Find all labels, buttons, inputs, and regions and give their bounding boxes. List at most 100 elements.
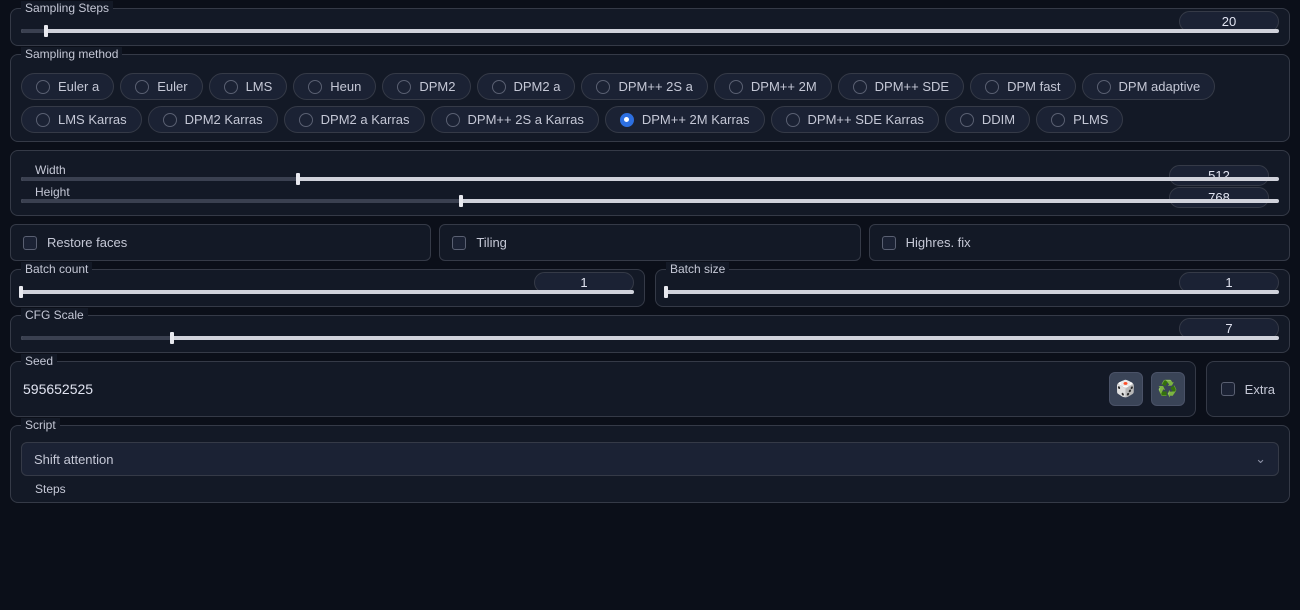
highres-fix-label: Highres. fix	[906, 235, 971, 250]
sampling-method-option-label: DPM++ SDE Karras	[808, 112, 924, 127]
extra-label: Extra	[1245, 382, 1275, 397]
sampling-method-option[interactable]: DPM++ SDE Karras	[771, 106, 939, 133]
slider-fill	[21, 199, 461, 203]
batch-count-label: Batch count	[21, 262, 92, 276]
sampling-method-option-label: LMS	[246, 79, 273, 94]
sampling-method-option[interactable]: DPM++ 2M	[714, 73, 832, 100]
batch-size-slider[interactable]	[666, 290, 1279, 294]
slider-thumb[interactable]	[459, 195, 463, 207]
slider-fill	[21, 29, 46, 33]
sampling-method-option[interactable]: DPM fast	[970, 73, 1075, 100]
tiling-label: Tiling	[476, 235, 507, 250]
sampling-method-option[interactable]: DPM++ 2M Karras	[605, 106, 765, 133]
checkbox-icon	[23, 236, 37, 250]
script-dropdown[interactable]: Shift attention ⌄	[21, 442, 1279, 476]
sampling-steps-slider[interactable]	[21, 29, 1279, 33]
radio-dot-icon	[224, 80, 238, 94]
restore-faces-label: Restore faces	[47, 235, 127, 250]
width-label: Width	[31, 163, 70, 177]
sampling-method-option-label: DPM++ 2M	[751, 79, 817, 94]
radio-dot-icon	[596, 80, 610, 94]
sampling-method-option[interactable]: LMS Karras	[21, 106, 142, 133]
cfg-scale-panel: CFG Scale 7	[10, 315, 1290, 353]
sampling-method-option[interactable]: DPM++ 2S a Karras	[431, 106, 599, 133]
sampling-method-option[interactable]: DPM2 Karras	[148, 106, 278, 133]
slider-thumb[interactable]	[19, 286, 23, 298]
cfg-scale-label: CFG Scale	[21, 308, 88, 322]
sampling-method-option[interactable]: LMS	[209, 73, 288, 100]
sampling-method-option[interactable]: Heun	[293, 73, 376, 100]
sampling-method-option-label: DPM++ 2S a	[618, 79, 692, 94]
extra-checkbox[interactable]: Extra	[1206, 361, 1290, 417]
radio-dot-icon	[163, 113, 177, 127]
radio-dot-icon	[786, 113, 800, 127]
slider-fill	[21, 177, 298, 181]
seed-random-button[interactable]: 🎲	[1109, 372, 1143, 406]
highres-fix-checkbox[interactable]: Highres. fix	[869, 224, 1290, 261]
radio-dot-icon	[853, 80, 867, 94]
sampling-method-radios: Euler a Euler LMS Heun DPM2 DPM2 a DPM++ 2S a D…	[21, 73, 1279, 133]
restore-faces-checkbox[interactable]: Restore faces	[10, 224, 431, 261]
sampling-method-option-label: Euler a	[58, 79, 99, 94]
recycle-icon: ♻️	[1158, 379, 1178, 399]
batch-row: Batch count 1 Batch size 1	[10, 269, 1290, 307]
tiling-checkbox[interactable]: Tiling	[439, 224, 860, 261]
seed-label: Seed	[21, 354, 57, 368]
slider-thumb[interactable]	[664, 286, 668, 298]
checkbox-icon	[452, 236, 466, 250]
steps-label: Steps	[31, 482, 70, 496]
width-slider[interactable]	[21, 177, 1279, 181]
seed-reuse-button[interactable]: ♻️	[1151, 372, 1185, 406]
radio-dot-icon	[397, 80, 411, 94]
sampling-method-panel: Sampling method Euler aEulerLMSHeunDPM2D…	[10, 54, 1290, 142]
sampling-method-option[interactable]: DPM2	[382, 73, 470, 100]
radio-dot-icon	[308, 80, 322, 94]
sampling-method-option[interactable]: DPM++ 2S a	[581, 73, 707, 100]
sampling-method-option[interactable]: PLMS	[1036, 106, 1123, 133]
sampling-steps-label: Sampling Steps	[21, 1, 113, 15]
sampling-method-option[interactable]: Euler	[120, 73, 202, 100]
height-label: Height	[31, 185, 74, 199]
dimensions-panel: Width 512 Height 768	[10, 150, 1290, 216]
sampling-method-option-label: DPM fast	[1007, 79, 1060, 94]
sampling-method-option[interactable]: Euler a	[21, 73, 114, 100]
radio-dot-icon	[299, 113, 313, 127]
slider-thumb[interactable]	[296, 173, 300, 185]
script-selected: Shift attention	[34, 452, 114, 467]
height-value[interactable]: 768	[1169, 187, 1269, 208]
sampling-method-option-label: Heun	[330, 79, 361, 94]
radio-dot-icon	[1051, 113, 1065, 127]
sampling-steps-panel: Sampling Steps 20	[10, 8, 1290, 46]
sampling-method-option-label: DPM2 Karras	[185, 112, 263, 127]
dice-icon: 🎲	[1116, 379, 1136, 399]
sampling-method-option-label: DDIM	[982, 112, 1015, 127]
sampling-method-option[interactable]: DPM2 a	[477, 73, 576, 100]
sampling-method-option-label: DPM adaptive	[1119, 79, 1201, 94]
radio-dot-icon	[36, 113, 50, 127]
batch-size-label: Batch size	[666, 262, 729, 276]
sampling-method-option-label: DPM2	[419, 79, 455, 94]
sampling-method-option[interactable]: DPM adaptive	[1082, 73, 1216, 100]
seed-input[interactable]	[21, 377, 1101, 401]
batch-count-slider[interactable]	[21, 290, 634, 294]
radio-dot-icon	[960, 113, 974, 127]
checkbox-icon	[1221, 382, 1235, 396]
radio-dot-icon	[985, 80, 999, 94]
options-row: Restore faces Tiling Highres. fix	[10, 224, 1290, 261]
chevron-down-icon: ⌄	[1255, 451, 1266, 467]
height-slider[interactable]	[21, 199, 1279, 203]
sampling-method-option-label: DPM++ 2M Karras	[642, 112, 750, 127]
sampling-method-option[interactable]: DPM2 a Karras	[284, 106, 425, 133]
seed-row: Seed 🎲 ♻️ Extra	[10, 361, 1290, 417]
radio-dot-icon	[729, 80, 743, 94]
cfg-scale-slider[interactable]	[21, 336, 1279, 340]
slider-thumb[interactable]	[44, 25, 48, 37]
batch-size-panel: Batch size 1	[655, 269, 1290, 307]
radio-dot-icon	[1097, 80, 1111, 94]
sampling-method-option[interactable]: DPM++ SDE	[838, 73, 964, 100]
slider-thumb[interactable]	[170, 332, 174, 344]
seed-panel: Seed 🎲 ♻️	[10, 361, 1196, 417]
sampling-method-option[interactable]: DDIM	[945, 106, 1030, 133]
sampling-method-option-label: DPM++ SDE	[875, 79, 949, 94]
width-value[interactable]: 512	[1169, 165, 1269, 186]
